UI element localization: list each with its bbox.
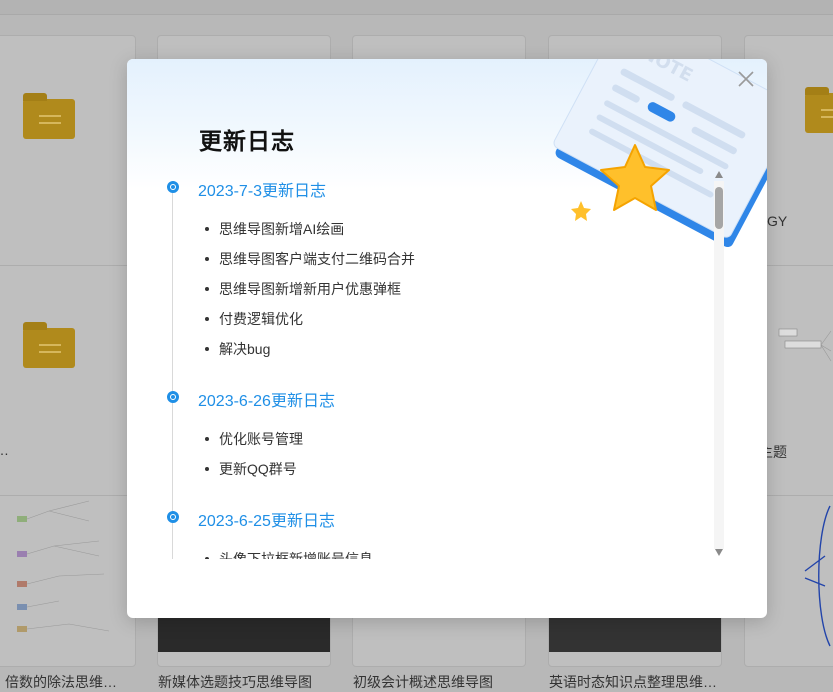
changelog-scroll-area[interactable]: 2023-7-3更新日志 思维导图新增AI绘画 思维导图客户端支付二维码合并 思…: [167, 169, 727, 559]
changelog-dialog: NOTE 更新日志 2023-7-3更新日志 思维导图新增AI绘画 思维导图客户…: [127, 59, 767, 618]
list-item: 头像下拉框新增账号信息: [199, 549, 373, 559]
entry-date-title: 2023-6-25更新日志: [198, 513, 335, 530]
scroll-down-arrow-icon[interactable]: [715, 549, 723, 556]
close-icon: [738, 71, 754, 87]
list-item: 思维导图新增新用户优惠弹框: [199, 279, 415, 309]
scrollbar-track[interactable]: [714, 181, 724, 549]
entry-items: 优化账号管理 更新QQ群号: [199, 429, 303, 489]
scroll-up-arrow-icon[interactable]: [715, 171, 723, 178]
dialog-title: 更新日志: [199, 128, 295, 154]
entry-items: 思维导图新增AI绘画 思维导图客户端支付二维码合并 思维导图新增新用户优惠弹框 …: [199, 219, 415, 369]
list-item: 更新QQ群号: [199, 459, 303, 489]
timeline-dot: [167, 181, 179, 193]
vertical-scrollbar[interactable]: [712, 171, 726, 559]
close-button[interactable]: [736, 69, 756, 89]
entry-date-title: 2023-7-3更新日志: [198, 183, 327, 200]
list-item: 思维导图客户端支付二维码合并: [199, 249, 415, 279]
list-item: 付费逻辑优化: [199, 309, 415, 339]
list-item: 思维导图新增AI绘画: [199, 219, 415, 249]
entry-items: 头像下拉框新增账号信息: [199, 549, 373, 559]
timeline-dot: [167, 511, 179, 523]
entry-date-title: 2023-6-26更新日志: [198, 393, 335, 410]
scrollbar-thumb[interactable]: [715, 187, 723, 229]
list-item: 优化账号管理: [199, 429, 303, 459]
timeline-dot: [167, 391, 179, 403]
timeline-line: [172, 181, 173, 559]
list-item: 解决bug: [199, 339, 415, 369]
